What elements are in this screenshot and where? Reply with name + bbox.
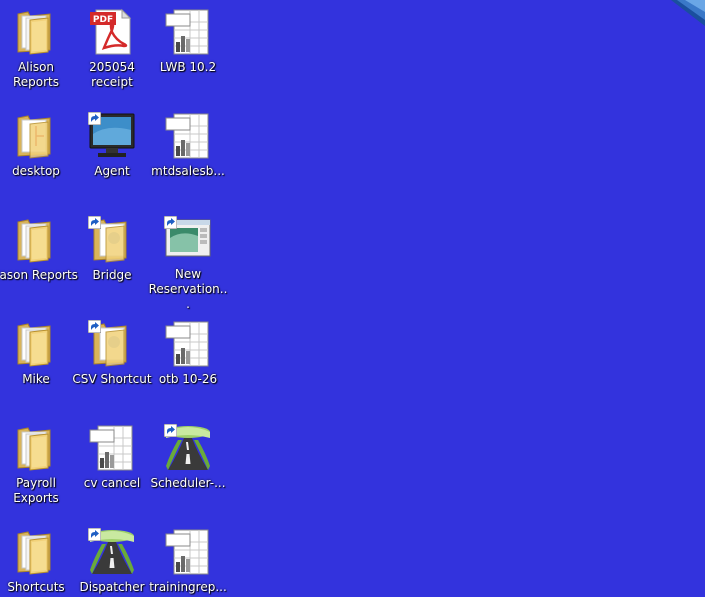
shortcut-arrow-icon	[164, 216, 177, 229]
folder-icon	[12, 8, 60, 56]
desktop-icon-dispatcher[interactable]: Dispatcher	[74, 524, 150, 597]
shortcut-arrow-icon	[88, 528, 101, 541]
corner-tab-icon	[671, 0, 705, 26]
icon-label: New Reservation...	[148, 267, 228, 311]
monitor-icon	[88, 112, 136, 160]
folder-shortcut-icon	[88, 216, 136, 264]
desktop-icon-mike[interactable]: Mike	[0, 316, 74, 416]
icon-label: Bridge	[92, 268, 132, 282]
icon-label: Agent	[94, 164, 130, 178]
shortcut-arrow-icon	[88, 112, 101, 125]
desktop-icon-alison-reports[interactable]: Alison Reports	[0, 4, 74, 104]
icon-label: Alison Reports	[12, 60, 60, 89]
folder-icon	[12, 112, 60, 160]
desktop-icon-payroll-exports[interactable]: Payroll Exports	[0, 420, 74, 520]
report-file-icon	[164, 8, 212, 56]
icon-label: otb 10-26	[158, 372, 218, 386]
icon-label: Shortcuts	[7, 580, 65, 594]
desktop-icon-mtdsalesb[interactable]: mtdsalesb...	[150, 108, 226, 208]
shortcut-arrow-icon	[88, 216, 101, 229]
shortcut-arrow-icon	[164, 424, 177, 437]
folder-icon	[12, 528, 60, 576]
desktop-icon-205054-receipt[interactable]: PDF 205054 receipt	[74, 4, 150, 104]
desktop-icon-trainingrep[interactable]: trainingrep...	[149, 524, 227, 597]
report-file-icon	[88, 424, 136, 472]
folder-icon	[12, 320, 60, 368]
pdf-file-icon: PDF	[88, 8, 136, 56]
desktop-icon-lwb-10-2[interactable]: LWB 10.2	[150, 4, 226, 104]
icon-label: Dispatcher	[79, 580, 145, 594]
desktop-icon-new-reservation[interactable]: New Reservation...	[148, 212, 228, 312]
icon-label: Jason Reports	[0, 268, 78, 282]
desktop-background[interactable]: Alison Reports desktop Jason Reports Mik…	[0, 0, 705, 597]
desktop-icon-otb-10-26[interactable]: otb 10-26	[150, 316, 226, 416]
icon-label: LWB 10.2	[159, 60, 217, 74]
folder-icon	[12, 424, 60, 472]
icon-label: CSV Shortcut	[72, 372, 152, 386]
folder-shortcut-icon	[88, 320, 136, 368]
desktop-icon-scheduler[interactable]: Scheduler-...	[150, 420, 226, 520]
icon-label: Mike	[22, 372, 50, 386]
icon-label: desktop	[12, 164, 60, 178]
report-file-icon	[164, 112, 212, 160]
icon-label: 205054 receipt	[89, 60, 135, 89]
report-file-icon	[164, 320, 212, 368]
icon-label: trainingrep...	[149, 580, 227, 594]
folder-icon	[12, 216, 60, 264]
window-app-icon	[164, 216, 212, 263]
road-app-icon	[164, 424, 212, 472]
svg-text:PDF: PDF	[93, 15, 113, 25]
icon-label: Payroll Exports	[13, 476, 59, 505]
icon-label: Scheduler-...	[150, 476, 226, 490]
icon-label: mtdsalesb...	[151, 164, 225, 178]
desktop-icon-csv-shortcut[interactable]: CSV Shortcut	[72, 316, 152, 416]
icon-label: cv cancel	[83, 476, 141, 490]
shortcut-arrow-icon	[88, 320, 101, 333]
desktop-icon-jason-reports[interactable]: Jason Reports	[0, 212, 78, 312]
desktop-icon-bridge[interactable]: Bridge	[74, 212, 150, 312]
desktop-icon-agent[interactable]: Agent	[74, 108, 150, 208]
desktop-icon-desktop[interactable]: desktop	[0, 108, 74, 208]
road-app-icon	[88, 528, 136, 576]
report-file-icon	[164, 528, 212, 576]
desktop-icon-cv-cancel[interactable]: cv cancel	[74, 420, 150, 520]
desktop-icon-shortcuts[interactable]: Shortcuts	[0, 524, 74, 597]
